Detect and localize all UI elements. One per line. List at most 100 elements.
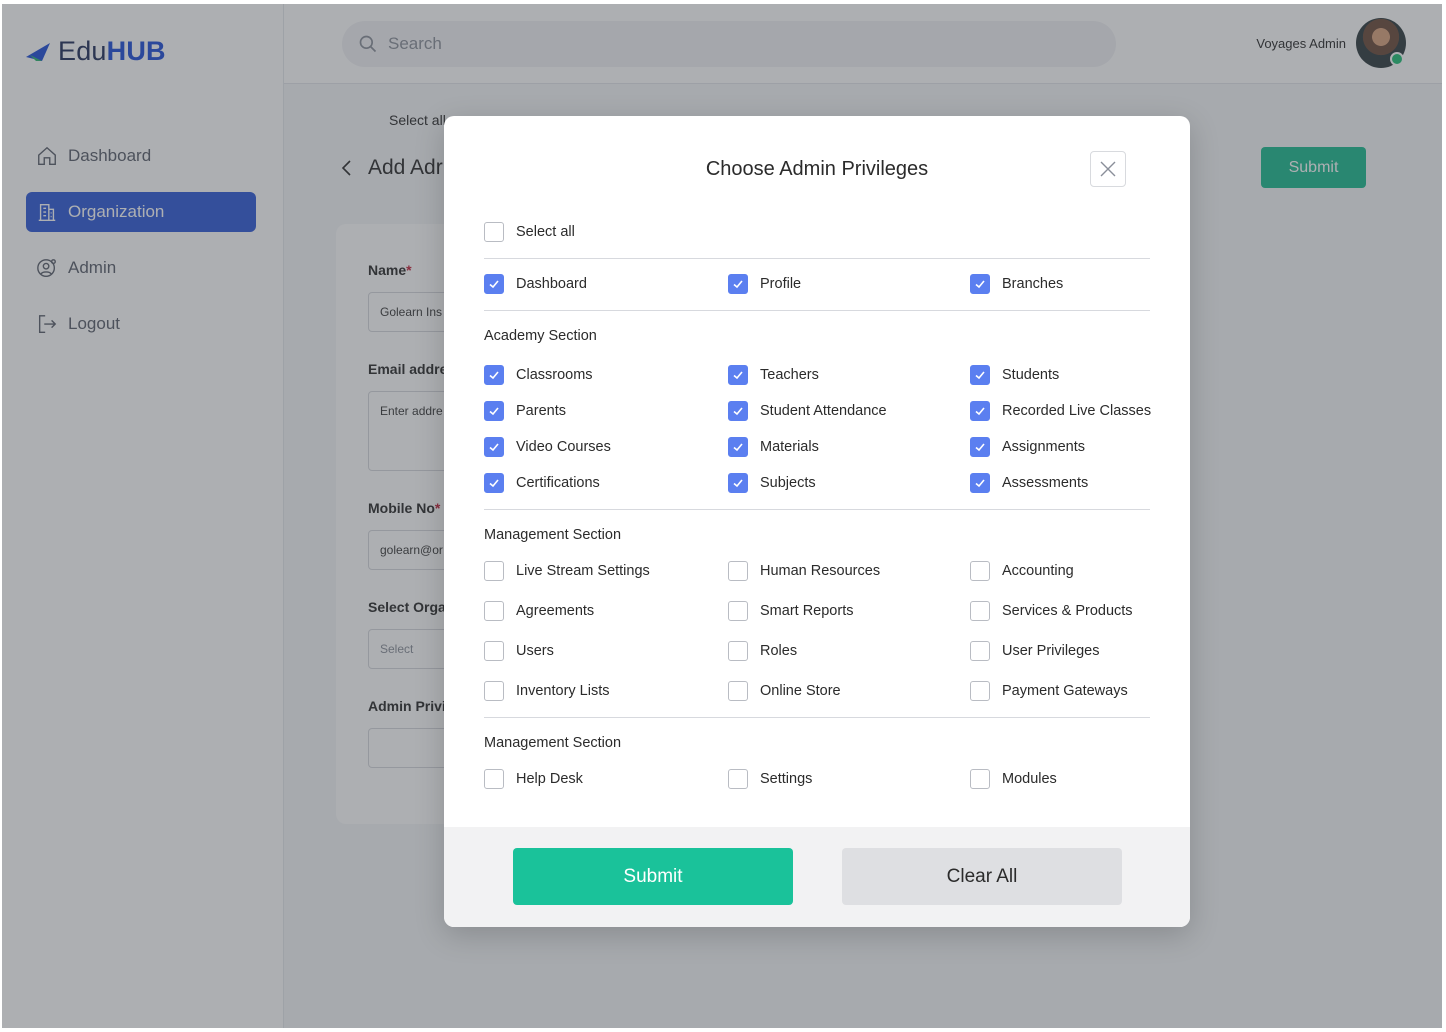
checkbox-help-desk[interactable]: Help Desk: [484, 769, 583, 789]
checkbox-checked-icon[interactable]: [970, 365, 990, 385]
checkbox-label: Select all: [516, 224, 575, 240]
checkbox-roles[interactable]: Roles: [728, 641, 797, 661]
checkbox-materials[interactable]: Materials: [728, 437, 819, 457]
clear-all-button[interactable]: Clear All: [842, 848, 1122, 905]
checkbox-label: Settings: [760, 771, 813, 787]
checkbox-label: Assignments: [1002, 439, 1086, 455]
checkbox-label: Online Store: [760, 683, 841, 699]
checkbox-label: Classrooms: [516, 367, 593, 383]
close-icon: [1100, 161, 1116, 177]
checkbox-parents[interactable]: Parents: [484, 401, 566, 421]
checkbox-unchecked-icon[interactable]: [970, 769, 990, 789]
checkbox-unchecked-icon[interactable]: [484, 222, 504, 242]
submit-button[interactable]: Submit: [513, 848, 793, 905]
checkbox-assignments[interactable]: Assignments: [970, 437, 1085, 457]
checkbox-label: Branches: [1002, 276, 1064, 292]
checkbox-checked-icon[interactable]: [970, 401, 990, 421]
checkbox-branches[interactable]: Branches: [970, 274, 1063, 294]
checkbox-label: Assessments: [1002, 475, 1089, 491]
checkbox-checked-icon[interactable]: [728, 365, 748, 385]
checkbox-unchecked-icon[interactable]: [484, 601, 504, 621]
checkbox-unchecked-icon[interactable]: [970, 561, 990, 581]
checkbox-modules[interactable]: Modules: [970, 769, 1057, 789]
checkbox-label: User Privileges: [1002, 643, 1100, 659]
checkbox-settings[interactable]: Settings: [728, 769, 812, 789]
checkbox-live-stream-settings[interactable]: Live Stream Settings: [484, 561, 650, 581]
checkbox-human-resources[interactable]: Human Resources: [728, 561, 880, 581]
checkbox-student-attendance[interactable]: Student Attendance: [728, 401, 887, 421]
checkbox-label: Services & Products: [1002, 603, 1133, 619]
checkbox-unchecked-icon[interactable]: [728, 681, 748, 701]
checkbox-unchecked-icon[interactable]: [484, 681, 504, 701]
checkbox-checked-icon[interactable]: [728, 473, 748, 493]
checkbox-unchecked-icon[interactable]: [728, 561, 748, 581]
checkbox-checked-icon[interactable]: [970, 437, 990, 457]
close-button[interactable]: [1090, 151, 1126, 187]
modal-footer: Submit Clear All: [444, 827, 1190, 927]
checkbox-checked-icon[interactable]: [484, 473, 504, 493]
checkbox-checked-icon[interactable]: [970, 473, 990, 493]
checkbox-checked-icon[interactable]: [728, 401, 748, 421]
checkbox-user-privileges[interactable]: User Privileges: [970, 641, 1100, 661]
checkbox-dashboard[interactable]: Dashboard: [484, 274, 587, 294]
checkbox-assessments[interactable]: Assessments: [970, 473, 1088, 493]
checkbox-checked-icon[interactable]: [728, 437, 748, 457]
checkbox-label: Accounting: [1002, 563, 1074, 579]
checkbox-checked-icon[interactable]: [728, 274, 748, 294]
section-title: Management Section: [484, 527, 622, 543]
checkbox-unchecked-icon[interactable]: [484, 641, 504, 661]
checkbox-accounting[interactable]: Accounting: [970, 561, 1074, 581]
divider: [484, 258, 1150, 259]
checkbox-unchecked-icon[interactable]: [728, 601, 748, 621]
checkbox-unchecked-icon[interactable]: [484, 561, 504, 581]
checkbox-users[interactable]: Users: [484, 641, 554, 661]
checkbox-profile[interactable]: Profile: [728, 274, 801, 294]
checkbox-label: Roles: [760, 643, 798, 659]
checkbox-label: Profile: [760, 276, 802, 292]
checkbox-label: Live Stream Settings: [516, 563, 650, 579]
privileges-modal: Choose Admin Privileges Select all Dashbo…: [444, 116, 1190, 927]
checkbox-teachers[interactable]: Teachers: [728, 365, 819, 385]
checkbox-label: Materials: [760, 439, 819, 455]
checkbox-label: Smart Reports: [760, 603, 854, 619]
checkbox-unchecked-icon[interactable]: [728, 641, 748, 661]
checkbox-checked-icon[interactable]: [970, 274, 990, 294]
section-title: Academy Section: [484, 328, 597, 344]
checkbox-certifications[interactable]: Certifications: [484, 473, 600, 493]
checkbox-smart-reports[interactable]: Smart Reports: [728, 601, 853, 621]
checkbox-unchecked-icon[interactable]: [970, 641, 990, 661]
checkbox-checked-icon[interactable]: [484, 401, 504, 421]
checkbox-subjects[interactable]: Subjects: [728, 473, 816, 493]
checkbox-label: Users: [516, 643, 554, 659]
checkbox-video-courses[interactable]: Video Courses: [484, 437, 611, 457]
checkbox-classrooms[interactable]: Classrooms: [484, 365, 593, 385]
checkbox-unchecked-icon[interactable]: [970, 601, 990, 621]
checkbox-checked-icon[interactable]: [484, 274, 504, 294]
checkbox-services-and-products[interactable]: Services & Products: [970, 601, 1133, 621]
checkbox-agreements[interactable]: Agreements: [484, 601, 594, 621]
checkbox-label: Students: [1002, 367, 1060, 383]
checkbox-unchecked-icon[interactable]: [728, 769, 748, 789]
checkbox-checked-icon[interactable]: [484, 437, 504, 457]
checkbox-label: Video Courses: [516, 439, 611, 455]
divider: [484, 310, 1150, 311]
divider: [484, 509, 1150, 510]
divider: [484, 717, 1150, 718]
section-title: Management Section: [484, 735, 622, 751]
checkbox-recorded-live-classes[interactable]: Recorded Live Classes: [970, 401, 1151, 421]
checkbox-label: Help Desk: [516, 771, 583, 787]
checkbox-select-all[interactable]: Select all: [484, 222, 575, 242]
checkbox-students[interactable]: Students: [970, 365, 1059, 385]
checkbox-label: Subjects: [760, 475, 816, 491]
checkbox-label: Certifications: [516, 475, 600, 491]
checkbox-label: Modules: [1002, 771, 1057, 787]
checkbox-online-store[interactable]: Online Store: [728, 681, 841, 701]
checkbox-unchecked-icon[interactable]: [970, 681, 990, 701]
checkbox-unchecked-icon[interactable]: [484, 769, 504, 789]
checkbox-checked-icon[interactable]: [484, 365, 504, 385]
checkbox-label: Teachers: [760, 367, 819, 383]
checkbox-inventory-lists[interactable]: Inventory Lists: [484, 681, 610, 701]
modal-title: Choose Admin Privileges: [705, 158, 929, 180]
checkbox-payment-gateways[interactable]: Payment Gateways: [970, 681, 1128, 701]
checkbox-label: Parents: [516, 403, 566, 419]
